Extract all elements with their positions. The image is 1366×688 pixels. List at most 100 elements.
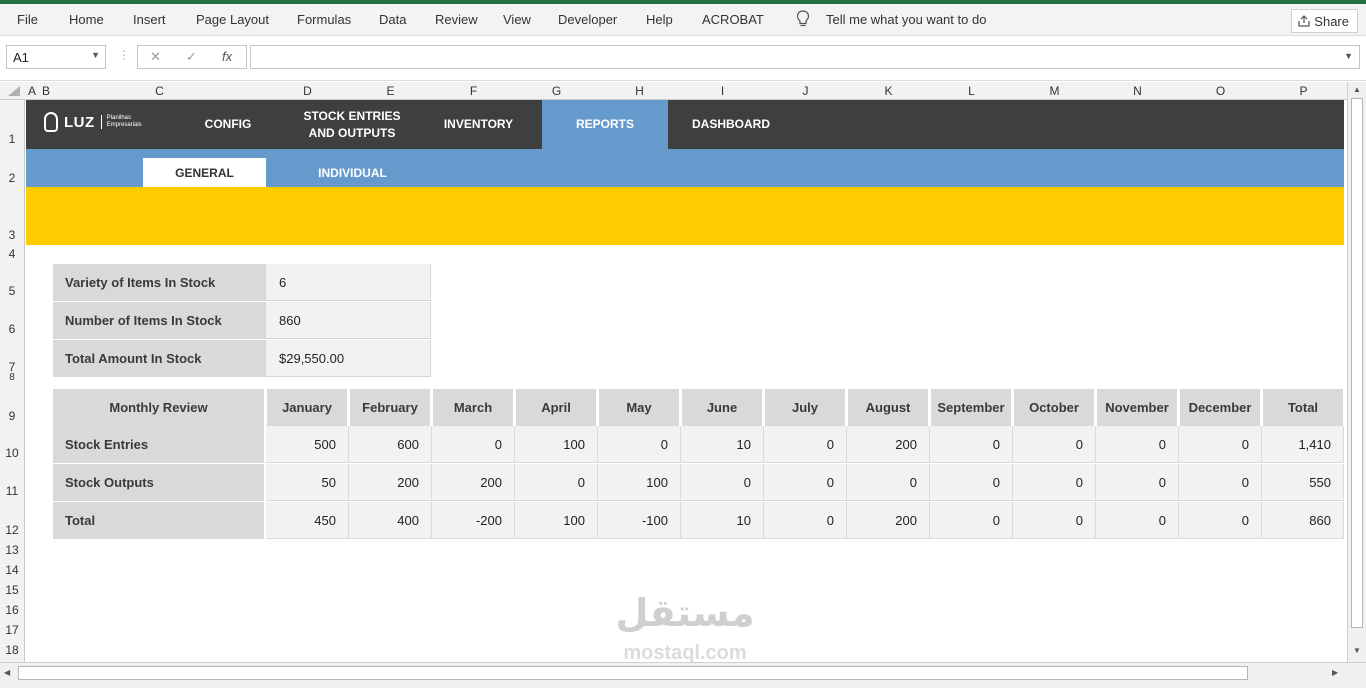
table-cell[interactable]: 0 (681, 464, 764, 501)
tab-view[interactable]: View (503, 12, 531, 27)
tab-data[interactable]: Data (379, 12, 406, 27)
table-cell[interactable]: 0 (930, 502, 1013, 539)
row-header[interactable]: 6 (0, 322, 24, 336)
insert-function-icon[interactable]: fx (222, 49, 232, 64)
table-cell[interactable]: -200 (432, 502, 515, 539)
row-header[interactable]: 8 (0, 372, 24, 383)
horizontal-scroll-thumb[interactable] (18, 666, 1248, 680)
column-header-e[interactable]: E (349, 84, 432, 98)
chevron-down-icon[interactable]: ▼ (1344, 51, 1353, 61)
table-cell[interactable]: 100 (515, 426, 598, 463)
column-header-k[interactable]: K (847, 84, 930, 98)
table-cell[interactable]: 0 (432, 426, 515, 463)
table-cell[interactable]: 0 (1179, 426, 1262, 463)
table-cell[interactable]: 200 (847, 502, 930, 539)
row-header[interactable]: 2 (0, 171, 24, 185)
table-cell[interactable]: 0 (598, 426, 681, 463)
tab-review[interactable]: Review (435, 12, 478, 27)
summary-value-number[interactable]: 860 (266, 302, 431, 339)
row-header[interactable]: 9 (0, 409, 24, 423)
column-header-l[interactable]: L (930, 84, 1013, 98)
row-header[interactable]: 15 (0, 583, 24, 597)
scroll-up-icon[interactable]: ▲ (1353, 85, 1361, 94)
table-cell[interactable]: 0 (1013, 464, 1096, 501)
nav-dashboard[interactable]: DASHBOARD (678, 100, 784, 149)
row-header[interactable]: 12 (0, 523, 24, 537)
tab-home[interactable]: Home (69, 12, 104, 27)
table-cell[interactable]: -100 (598, 502, 681, 539)
column-header-o[interactable]: O (1179, 84, 1262, 98)
tell-me-search[interactable]: Tell me what you want to do (826, 12, 986, 27)
table-cell[interactable]: 0 (764, 464, 847, 501)
row-header[interactable]: 5 (0, 284, 24, 298)
column-header-c[interactable]: C (53, 84, 266, 98)
scroll-down-icon[interactable]: ▼ (1353, 646, 1361, 655)
table-cell[interactable]: 10 (681, 426, 764, 463)
column-header-a[interactable]: A (26, 84, 38, 98)
table-cell[interactable]: 100 (515, 502, 598, 539)
nav-config[interactable]: CONFIG (181, 100, 275, 149)
table-cell[interactable]: 0 (847, 464, 930, 501)
name-box[interactable]: A1 ▼ (6, 45, 106, 69)
vertical-scrollbar[interactable]: ▲ ▼ (1347, 82, 1366, 662)
column-header-f[interactable]: F (432, 84, 515, 98)
share-button[interactable]: Share (1291, 9, 1358, 33)
tab-insert[interactable]: Insert (133, 12, 166, 27)
column-header-p[interactable]: P (1262, 84, 1345, 98)
column-header-h[interactable]: H (598, 84, 681, 98)
table-cell-total[interactable]: 1,410 (1262, 426, 1344, 463)
row-header[interactable]: 3 (0, 228, 24, 242)
table-cell[interactable]: 0 (764, 502, 847, 539)
tab-acrobat[interactable]: ACROBAT (702, 12, 764, 27)
row-header[interactable]: 18 (0, 643, 24, 657)
summary-value-variety[interactable]: 6 (266, 264, 431, 301)
table-cell[interactable]: 0 (930, 426, 1013, 463)
nav-inventory[interactable]: INVENTORY (426, 100, 531, 149)
table-cell[interactable]: 100 (598, 464, 681, 501)
column-header-m[interactable]: M (1013, 84, 1096, 98)
row-header[interactable]: 10 (0, 446, 24, 460)
tab-help[interactable]: Help (646, 12, 673, 27)
scroll-right-icon[interactable]: ▶ (1332, 668, 1338, 677)
row-header[interactable]: 14 (0, 563, 24, 577)
enter-icon[interactable]: ✓ (186, 49, 197, 65)
table-cell-total[interactable]: 550 (1262, 464, 1344, 501)
summary-value-amount[interactable]: $29,550.00 (266, 340, 431, 377)
table-cell[interactable]: 0 (1096, 464, 1179, 501)
table-cell[interactable]: 400 (349, 502, 432, 539)
column-header-i[interactable]: I (681, 84, 764, 98)
table-cell[interactable]: 200 (847, 426, 930, 463)
nav-reports[interactable]: REPORTS (542, 100, 668, 149)
row-header[interactable]: 17 (0, 623, 24, 637)
table-cell[interactable]: 200 (349, 464, 432, 501)
column-header-d[interactable]: D (266, 84, 349, 98)
table-cell[interactable]: 0 (1013, 502, 1096, 539)
table-cell[interactable]: 0 (1096, 502, 1179, 539)
formula-input[interactable]: ▼ (250, 45, 1360, 69)
table-cell-total[interactable]: 860 (1262, 502, 1344, 539)
column-header-n[interactable]: N (1096, 84, 1179, 98)
tab-formulas[interactable]: Formulas (297, 12, 351, 27)
vertical-scroll-thumb[interactable] (1351, 98, 1363, 628)
scroll-left-icon[interactable]: ◀ (4, 668, 10, 677)
column-header-j[interactable]: J (764, 84, 847, 98)
table-cell[interactable]: 500 (266, 426, 349, 463)
cancel-icon[interactable]: ✕ (150, 49, 161, 65)
table-cell[interactable]: 50 (266, 464, 349, 501)
tab-page-layout[interactable]: Page Layout (196, 12, 269, 27)
table-cell[interactable]: 0 (515, 464, 598, 501)
table-cell[interactable]: 450 (266, 502, 349, 539)
table-cell[interactable]: 10 (681, 502, 764, 539)
tab-developer[interactable]: Developer (558, 12, 617, 27)
table-cell[interactable]: 200 (432, 464, 515, 501)
table-cell[interactable]: 600 (349, 426, 432, 463)
row-header[interactable]: 11 (0, 484, 24, 498)
table-cell[interactable]: 0 (1096, 426, 1179, 463)
column-header-b[interactable]: B (39, 84, 53, 98)
tab-file[interactable]: File (17, 12, 38, 27)
select-all-corner[interactable] (8, 86, 20, 96)
table-cell[interactable]: 0 (1179, 464, 1262, 501)
row-header[interactable]: 4 (0, 247, 24, 261)
chevron-down-icon[interactable]: ▼ (91, 50, 100, 60)
table-cell[interactable]: 0 (1013, 426, 1096, 463)
